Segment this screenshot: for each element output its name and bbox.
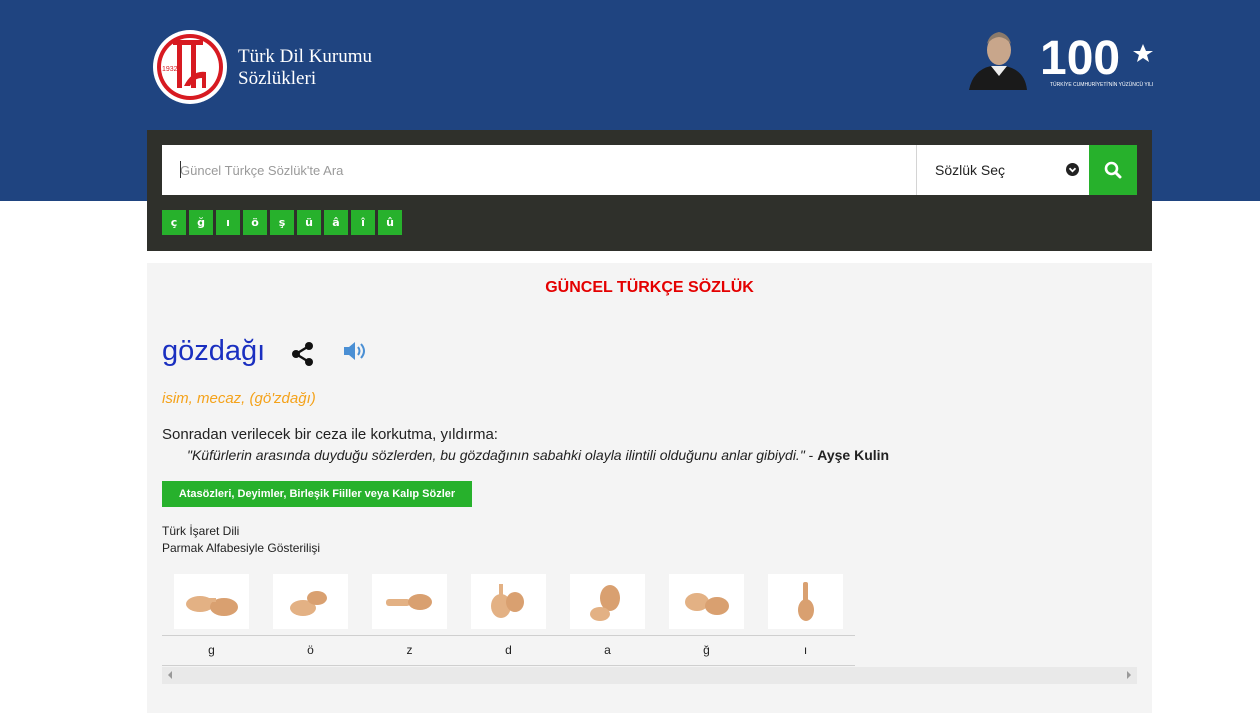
definition: Sonradan verilecek bir ceza ile korkutma…: [162, 426, 498, 443]
grammar-info: isim, mecaz, (gö'zdağı): [162, 390, 316, 407]
char-button[interactable]: ş: [270, 210, 294, 235]
hand-sign-icon: [685, 593, 729, 615]
entry-panel: GÜNCEL TÜRKÇE SÖZLÜK gözdağı isim, mecaz…: [147, 263, 1152, 713]
scroll-right-icon[interactable]: [1127, 671, 1131, 679]
brand-line-2: Sözlükleri: [238, 68, 317, 89]
hand-sign-icon: [798, 582, 814, 621]
search-icon: [1104, 161, 1122, 179]
dictionary-title: GÜNCEL TÜRKÇE SÖZLÜK: [545, 279, 754, 296]
chevron-down-icon: [1066, 163, 1079, 176]
centennial-caption: TÜRKİYE CUMHURİYETİ'NİN YÜZÜNCÜ YILI: [1050, 81, 1153, 88]
sign-letter: g: [208, 643, 215, 657]
example-sentence: "Küfürlerin arasında duyduğu sözlerden, …: [187, 447, 889, 463]
star-icon: [1133, 44, 1153, 62]
scroll-left-icon[interactable]: [168, 671, 172, 679]
sign-letter: ğ: [703, 643, 710, 657]
hand-sign-icon: [186, 596, 238, 616]
dictionary-select-label: Sözlük Seç: [935, 162, 1006, 178]
sign-language-subtitle: Parmak Alfabesiyle Gösterilişi: [162, 541, 321, 555]
share-icon[interactable]: [290, 341, 316, 367]
char-button[interactable]: ğ: [189, 210, 213, 235]
logo-year: 1932: [162, 66, 178, 73]
ataturk-portrait: [963, 26, 1031, 90]
hand-sign-icon: [386, 594, 432, 610]
char-button[interactable]: ç: [162, 210, 186, 235]
sign-letter: d: [505, 643, 512, 657]
idioms-button[interactable]: Atasözleri, Deyimler, Birleşik Fiiller v…: [162, 481, 472, 507]
char-button[interactable]: â: [324, 210, 348, 235]
sign-card-d: [471, 574, 546, 629]
centennial-number: 100: [1040, 32, 1120, 85]
text-caret: [180, 161, 181, 178]
sign-card-z: [372, 574, 447, 629]
hand-sign-icon: [290, 591, 327, 616]
sign-cards: [162, 574, 855, 632]
sign-card-g: [174, 574, 249, 629]
char-button[interactable]: î: [351, 210, 375, 235]
sign-card-a: [570, 574, 645, 629]
dictionary-select[interactable]: Sözlük Seç: [916, 145, 1089, 195]
sign-letter: a: [604, 643, 611, 657]
example-quote: "Küfürlerin arasında duyduğu sözlerden, …: [187, 447, 805, 463]
tdk-logo[interactable]: 1932: [151, 28, 229, 106]
special-char-row: ç ğ ı ö ş ü â î û: [162, 210, 402, 235]
divider: [162, 635, 855, 636]
sign-letter: ö: [307, 643, 314, 657]
sign-language-title: Türk İşaret Dili: [162, 524, 240, 538]
example-author: Ayşe Kulin: [817, 447, 890, 463]
sign-card-i: [768, 574, 843, 629]
char-button[interactable]: ü: [297, 210, 321, 235]
horizontal-scrollbar[interactable]: [162, 667, 1137, 684]
divider: [162, 665, 855, 666]
hand-sign-icon: [491, 584, 524, 618]
brand-title[interactable]: Türk Dil Kurumu Sözlükleri: [238, 46, 372, 90]
sign-letter: z: [406, 643, 413, 657]
search-button[interactable]: [1089, 145, 1137, 195]
speaker-icon[interactable]: [343, 340, 369, 362]
search-panel: Sözlük Seç ç ğ ı ö ş ü â î û: [147, 130, 1152, 251]
char-button[interactable]: û: [378, 210, 402, 235]
sign-card-o: [273, 574, 348, 629]
centennial-logo: 100 TÜRKİYE CUMHURİYETİ'NİN YÜZÜNCÜ YILI: [1040, 32, 1153, 88]
sign-letters: g ö z d a ğ ı: [162, 643, 855, 659]
sign-card-gg: [669, 574, 744, 629]
entry-word: gözdağı: [162, 335, 266, 367]
brand-line-1: Türk Dil Kurumu: [238, 46, 373, 67]
hand-sign-icon: [590, 585, 620, 621]
example-dash: -: [804, 447, 818, 463]
char-button[interactable]: ı: [216, 210, 240, 235]
search-input[interactable]: [162, 145, 916, 195]
sign-letter: ı: [803, 643, 808, 657]
char-button[interactable]: ö: [243, 210, 267, 235]
